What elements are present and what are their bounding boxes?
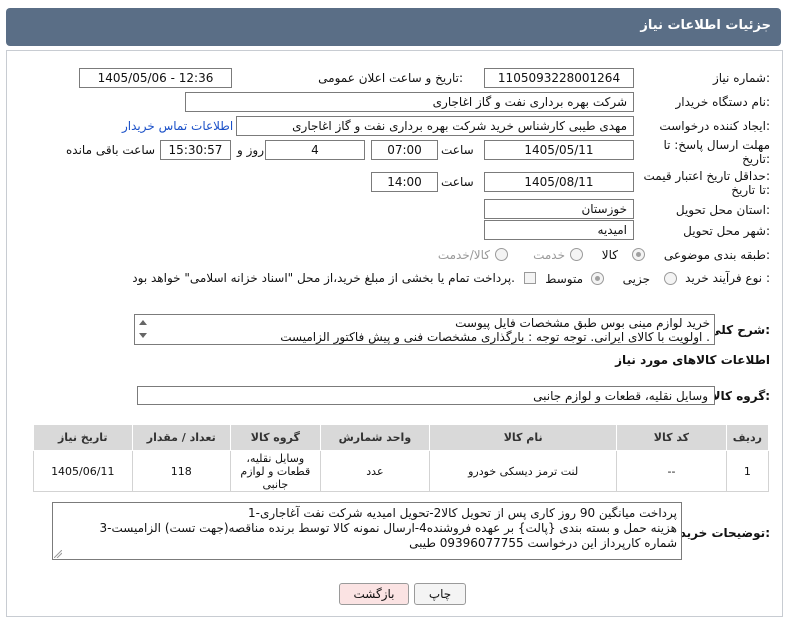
- description-scrollbar[interactable]: [137, 316, 149, 343]
- goods-group-label: گروه کالا:: [711, 389, 770, 403]
- remaining-label: ساعت باقی مانده: [66, 143, 156, 157]
- row-date: 1405/06/11: [33, 450, 133, 492]
- province-field: خوزستان: [484, 199, 634, 219]
- creator-field: مهدی طیبی کارشناس خرید شرکت بهره برداری …: [236, 116, 634, 136]
- goods-section-title: اطلاعات کالاهای مورد نیاز: [615, 353, 770, 367]
- buyer-notes-line-1: 1-پرداخت میانگین 90 روز کاری پس از تحویل…: [248, 506, 677, 520]
- row-unit: عدد: [319, 450, 431, 492]
- need-number-label: شماره نیاز:: [712, 71, 770, 85]
- buyer-org-field: شرکت بهره برداری نفت و گاز اغاجاری: [185, 92, 634, 112]
- col-name: نام کالا: [429, 424, 618, 451]
- city-field: امیدیه: [484, 220, 634, 240]
- price-time-field: 14:00: [371, 172, 438, 192]
- category-opt-both: کالا/خدمت: [437, 248, 490, 262]
- col-code: کد کالا: [616, 424, 727, 451]
- city-label: شهر محل تحویل:: [683, 224, 770, 238]
- description-line-2: اولویت با کالای ایرانی. توجه توجه : بارگ…: [280, 330, 710, 344]
- print-button[interactable]: چاپ: [414, 583, 466, 605]
- price-date-field: 1405/08/11: [484, 172, 634, 192]
- col-date: تاریخ نیاز: [33, 424, 133, 451]
- page-header: جزئیات اطلاعات نیاز: [6, 8, 781, 46]
- resize-grip-icon: [54, 550, 62, 558]
- category-label: طبقه بندی موضوعی:: [663, 248, 770, 262]
- process-radio-minor[interactable]: [664, 272, 677, 285]
- col-qty: تعداد / مقدار: [131, 424, 232, 451]
- row-code: --: [616, 450, 727, 492]
- category-opt-goods: کالا: [601, 248, 618, 262]
- category-radio-goods[interactable]: [632, 248, 645, 261]
- goods-table: ردیف کد کالا نام کالا واحد شمارش گروه کا…: [33, 424, 770, 492]
- description-box[interactable]: خرید لوازم مینی بوس طبق مشخصات فایل پیوس…: [134, 314, 715, 345]
- deadline-time-label: ساعت: [441, 143, 474, 157]
- price-validity-label-1: حداقل تاریخ اعتبار قیمت:: [643, 169, 770, 183]
- treasury-payment-checkbox[interactable]: [524, 272, 536, 284]
- buyer-notes-box[interactable]: 1-پرداخت میانگین 90 روز کاری پس از تحویل…: [52, 502, 682, 560]
- category-radio-both[interactable]: [495, 248, 508, 261]
- col-group: گروه کالا: [230, 424, 321, 451]
- category-opt-service: خدمت: [533, 248, 565, 262]
- announce-date-label: تاریخ و ساعت اعلان عمومی:: [318, 71, 463, 85]
- deadline-time-field: 07:00: [371, 140, 438, 160]
- goods-table-header: ردیف کد کالا نام کالا واحد شمارش گروه کا…: [33, 424, 770, 451]
- buyer-org-label: نام دستگاه خریدار:: [675, 95, 771, 109]
- remaining-time-field: 15:30:57: [160, 140, 231, 160]
- creator-label: ایجاد کننده درخواست:: [659, 119, 770, 133]
- goods-group-field: وسایل نقلیه، قطعات و لوازم جانبی: [137, 386, 715, 405]
- treasury-payment-note: پرداخت تمام یا بخشی از مبلغ خرید،از محل …: [132, 271, 515, 285]
- province-label: استان محل تحویل:: [675, 203, 770, 217]
- buyer-contact-link[interactable]: اطلاعات تماس خریدار: [122, 119, 233, 133]
- deadline-label-1: مهلت ارسال پاسخ: تا: [663, 138, 770, 152]
- table-row: 1 -- لنت ترمز دیسکی خودرو عدد وسایل نقلی…: [33, 450, 770, 492]
- row-group: وسایل نقلیه، قطعات و لوازم جانبی: [230, 450, 321, 492]
- col-unit: واحد شمارش: [319, 424, 431, 451]
- process-opt-minor: جزیی: [622, 272, 650, 286]
- back-button[interactable]: بازگشت: [339, 583, 409, 605]
- category-radio-service[interactable]: [570, 248, 583, 261]
- deadline-label-2: تاریخ:: [742, 152, 770, 166]
- days-field: 4: [265, 140, 365, 160]
- row-qty: 118: [131, 450, 232, 492]
- price-validity-label-2: تا تاریخ:: [731, 183, 770, 197]
- need-number-field: 1105093228001264: [484, 68, 634, 88]
- description-line-1: خرید لوازم مینی بوس طبق مشخصات فایل پیوس…: [455, 316, 710, 330]
- page-title: جزئیات اطلاعات نیاز: [640, 18, 771, 33]
- buyer-notes-label: توضیحات خریدار:: [668, 526, 770, 540]
- buyer-notes-line-3: شماره کارپرداز این درخواست 09396077755 ط…: [409, 536, 677, 550]
- process-label: نوع فرآیند خرید :: [685, 271, 770, 285]
- days-label: روز و: [237, 143, 264, 157]
- row-name: لنت ترمز دیسکی خودرو: [429, 450, 618, 492]
- row-idx: 1: [725, 450, 770, 492]
- deadline-date-field: 1405/05/11: [484, 140, 634, 160]
- announce-date-field: 1405/05/06 - 12:36: [79, 68, 232, 88]
- col-idx: ردیف: [725, 424, 770, 451]
- scroll-arrows-icon: [139, 320, 147, 338]
- buyer-notes-line-2: 3-هزینه حمل و بسته بندی {پالت} بر عهده ف…: [99, 521, 677, 535]
- process-radio-medium[interactable]: [591, 272, 604, 285]
- process-opt-medium: متوسط: [545, 272, 583, 286]
- price-time-label: ساعت: [441, 175, 474, 189]
